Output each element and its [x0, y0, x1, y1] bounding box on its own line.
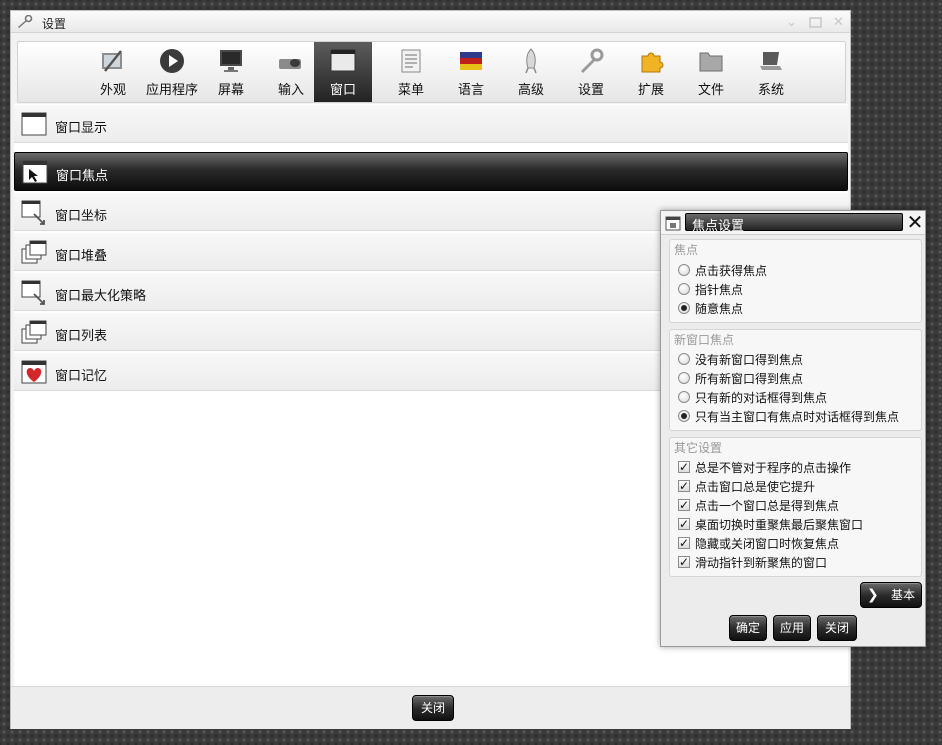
- close-icon[interactable]: ✕: [905, 212, 925, 232]
- flag-icon: [460, 52, 482, 70]
- radio-button[interactable]: [678, 353, 690, 365]
- wrench-icon: [18, 15, 33, 28]
- new-window-focus-group: 新窗口焦点 没有新窗口得到焦点 所有新窗口得到焦点 只有新的对话框得到焦点 只有…: [669, 329, 922, 431]
- window-icon: [21, 112, 47, 136]
- dialog-title-bar: 焦点设置: [685, 213, 903, 234]
- checkbox[interactable]: ✓: [678, 518, 690, 530]
- radio-button[interactable]: [678, 264, 690, 276]
- checkbox[interactable]: ✓: [678, 499, 690, 511]
- category-toolbar: 外观 应用程序 屏幕 输入 窗口 菜单 语言 高级 设置 扩展 文件 系统: [17, 41, 846, 103]
- window-move-icon: [21, 200, 45, 225]
- chevron-right-icon: ❯: [867, 587, 879, 603]
- dialog-close-button[interactable]: 关闭: [817, 615, 857, 641]
- monitor-icon: [220, 50, 242, 72]
- radio-button[interactable]: [678, 372, 690, 384]
- window-heart-icon: [21, 360, 47, 384]
- list-item-window-focus[interactable]: 窗口焦点: [14, 152, 848, 191]
- window-move-icon: [21, 280, 45, 305]
- window-title: 设置: [42, 17, 67, 31]
- ok-button[interactable]: 确定: [729, 615, 767, 641]
- menu-icon: [401, 49, 421, 73]
- wrench-icon: [581, 48, 604, 73]
- footer-bar: 关闭: [11, 686, 850, 729]
- radio-button[interactable]: [678, 391, 690, 403]
- close-button[interactable]: 关闭: [412, 695, 454, 721]
- radio-button[interactable]: [678, 410, 690, 422]
- apply-button[interactable]: 应用: [773, 615, 811, 641]
- tab-window[interactable]: 窗口: [314, 42, 372, 102]
- window-stack-icon: [21, 320, 47, 344]
- applications-icon: [160, 49, 184, 73]
- tab-system[interactable]: 系统: [742, 42, 800, 102]
- checkbox[interactable]: ✓: [678, 461, 690, 473]
- window-icon: [665, 216, 681, 231]
- close-icon[interactable]: ✕: [831, 15, 846, 30]
- window-stack-icon: [21, 240, 47, 264]
- focus-group: 焦点 点击获得焦点 指针焦点 随意焦点: [669, 239, 922, 323]
- puzzle-icon: [641, 52, 664, 73]
- radio-button[interactable]: [678, 283, 690, 295]
- checkbox[interactable]: ✓: [678, 537, 690, 549]
- checkbox[interactable]: ✓: [678, 480, 690, 492]
- keyboard-mouse-icon: [279, 59, 301, 69]
- dialog-titlebar[interactable]: 焦点设置 ✕: [661, 211, 925, 235]
- restore-icon[interactable]: [808, 15, 823, 30]
- rocket-icon: [525, 48, 537, 74]
- other-settings-group: 其它设置 ✓ 总是不管对于程序的点击操作 ✓ 点击窗口总是使它提升 ✓ 点击一个…: [669, 437, 922, 577]
- chevron-down-icon[interactable]: ⌄: [784, 15, 799, 30]
- folder-icon: [699, 52, 723, 72]
- appearance-icon: [102, 50, 122, 72]
- window-titlebar[interactable]: 设置 ⌄ ✕: [11, 11, 850, 33]
- window-icon: [330, 49, 356, 72]
- dialog-title: 焦点设置: [692, 219, 745, 234]
- list-item-window-display[interactable]: 窗口显示: [14, 104, 848, 143]
- checkbox[interactable]: ✓: [678, 556, 690, 568]
- window-pointer-icon: [22, 160, 48, 184]
- focus-settings-dialog: 焦点设置 ✕ 焦点 点击获得焦点 指针焦点 随意焦点 新窗口焦点 没有新窗口得到…: [660, 210, 926, 647]
- basic-button[interactable]: ❯ 基本: [860, 582, 922, 608]
- laptop-icon: [760, 52, 782, 70]
- radio-button[interactable]: [678, 302, 690, 314]
